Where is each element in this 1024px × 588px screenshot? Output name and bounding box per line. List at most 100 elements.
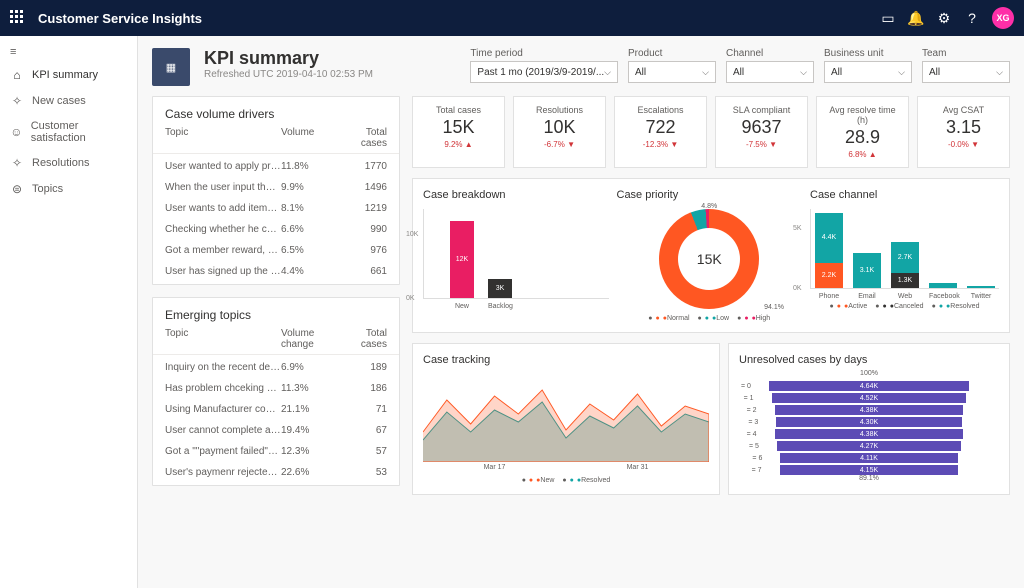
table-row[interactable]: User's paymenr rejected d...22.6%53 [153, 462, 399, 483]
table-row[interactable]: Got a member reward, an...6.5%976 [153, 240, 399, 261]
filter-time_period[interactable]: Past 1 mo (2019/3/9-2019/...⌵ [470, 61, 618, 83]
funnel-bar: = 74.15K [780, 465, 959, 475]
emerging-topics-card: Emerging topics Topic Volume change Tota… [152, 297, 400, 486]
table-row[interactable]: User wants to add items t...8.1%1219 [153, 198, 399, 219]
sidebar-item-3[interactable]: ✧ Resolutions [0, 150, 137, 176]
col-volchange[interactable]: Volume change [281, 328, 337, 350]
chart-title: Case channel [810, 189, 999, 201]
chevron-down-icon: ⌵ [604, 67, 611, 78]
case-breakdown-chart: Case breakdown 0K 10K 12KNew3KBacklog [423, 189, 609, 322]
kpi-value: 15K [423, 117, 494, 138]
kpi-card: Total cases15K9.2% [412, 96, 505, 168]
case-tracking-card: Case tracking Mar 17Mar 31 ●New●Resolved [412, 343, 720, 495]
sidebar-item-label: KPI summary [32, 69, 98, 81]
filter-business_unit[interactable]: All⌵ [824, 61, 912, 83]
notifications-icon[interactable]: 🔔 [902, 4, 930, 32]
settings-icon[interactable]: ⚙ [930, 4, 958, 32]
kpi-label: Avg resolve time (h) [827, 105, 898, 125]
help-icon[interactable]: ? [958, 4, 986, 32]
kpi-delta: -7.5% [726, 140, 797, 149]
menu-toggle-icon[interactable]: ≡ [0, 42, 137, 62]
kpi-label: Resolutions [524, 105, 595, 115]
nav-icon: ☺ [10, 125, 23, 139]
case-channel-chart: Case channel 0K 5K 4.4K2.2KPhone3.1KEmai… [810, 189, 999, 322]
sidebar-item-0[interactable]: ⌂KPI summary [0, 62, 137, 88]
nav-icon: ⊜ [10, 182, 24, 196]
col-topic[interactable]: Topic [165, 328, 281, 350]
nav-icon: ✧ [10, 156, 24, 170]
nav-icon: ✧ [10, 94, 24, 108]
case-priority-chart: Case priority 4.8% 15K 94.1% ●Normal●Low… [617, 189, 803, 322]
funnel-bar: = 14.52K [772, 393, 967, 403]
sidebar-item-2[interactable]: ☺ Customer satisfaction [0, 114, 137, 150]
main-content: ▦ KPI summary Refreshed UTC 2019-04-10 0… [138, 36, 1024, 588]
filter-product[interactable]: All⌵ [628, 61, 716, 83]
workspace-icon[interactable]: ▭ [874, 4, 902, 32]
sidebar-item-label: New cases [32, 95, 86, 107]
filter-label: Team [922, 48, 1010, 59]
card-title: Case volume drivers [153, 97, 399, 127]
chart-title: Unresolved cases by days [739, 354, 999, 366]
kpi-label: SLA compliant [726, 105, 797, 115]
kpi-value: 722 [625, 117, 696, 138]
table-row[interactable]: Checking whether he can r...6.6%990 [153, 219, 399, 240]
app-title: Customer Service Insights [38, 11, 202, 26]
page-icon: ▦ [152, 48, 190, 86]
kpi-value: 28.9 [827, 127, 898, 148]
table-row[interactable]: Inquiry on the recent deal...6.9%189 [153, 357, 399, 378]
table-row[interactable]: User has signed up the ne...4.4%661 [153, 261, 399, 282]
sidebar-item-4[interactable]: ⊜ Topics [0, 176, 137, 202]
sidebar-item-label: Resolutions [32, 157, 89, 169]
kpi-label: Avg CSAT [928, 105, 999, 115]
chart-title: Case breakdown [423, 189, 609, 201]
table-row[interactable]: When the user input the c...9.9%1496 [153, 177, 399, 198]
table-row[interactable]: User cannot complete a p...19.4%67 [153, 420, 399, 441]
kpi-card: Escalations 722 -12.3% [614, 96, 707, 168]
table-row[interactable]: Has problem chceking exp...11.3%186 [153, 378, 399, 399]
kpi-delta: -12.3% [625, 140, 696, 149]
table-row[interactable]: Using Manufacturer coup...21.1%71 [153, 399, 399, 420]
filter-channel[interactable]: All⌵ [726, 61, 814, 83]
col-topic[interactable]: Topic [165, 127, 281, 149]
funnel-bar: = 64.11K [780, 453, 957, 463]
funnel-bar: = 44.38K [775, 429, 964, 439]
filter-label: Business unit [824, 48, 912, 59]
chevron-down-icon: ⌵ [702, 67, 709, 78]
kpi-value: 10K [524, 117, 595, 138]
col-volume[interactable]: Volume [281, 127, 337, 149]
kpi-delta: -6.7% [524, 140, 595, 149]
page-title: KPI summary [204, 48, 373, 69]
col-total[interactable]: Total cases [337, 127, 387, 149]
funnel-bar: = 34.30K [776, 417, 961, 427]
kpi-delta: 9.2% [423, 140, 494, 149]
col-total[interactable]: Total cases [337, 328, 387, 350]
chevron-down-icon: ⌵ [898, 67, 905, 78]
avatar[interactable]: XG [992, 7, 1014, 29]
filter-label: Product [628, 48, 716, 59]
sidebar-item-label: Topics [32, 183, 63, 195]
funnel-bar: = 54.27K [777, 441, 961, 451]
chevron-down-icon: ⌵ [800, 67, 807, 78]
kpi-value: 3.15 [928, 117, 999, 138]
kpi-card: SLA compliant9637-7.5% [715, 96, 808, 168]
case-volume-drivers-card: Case volume drivers Topic Volume Total c… [152, 96, 400, 285]
table-row[interactable]: User wanted to apply pro...11.8%1770 [153, 156, 399, 177]
card-title: Emerging topics [153, 298, 399, 328]
top-bar: Customer Service Insights ▭ 🔔 ⚙ ? XG [0, 0, 1024, 36]
kpi-card: Avg resolve time (h)28.9 6.8% [816, 96, 909, 168]
kpi-label: Escalations [625, 105, 696, 115]
donut: 15K [659, 209, 759, 309]
filter-label: Time period [470, 48, 618, 59]
table-row[interactable]: Got a ""payment failed"" ...12.3%57 [153, 441, 399, 462]
sidebar: ≡ ⌂KPI summary ✧ New cases ☺ Customer satisf… [0, 36, 138, 588]
sidebar-item-label: Customer satisfaction [31, 120, 127, 144]
chart-title: Case priority [617, 189, 803, 201]
filter-team[interactable]: All⌵ [922, 61, 1010, 83]
kpi-delta: -0.0% [928, 140, 999, 149]
filter-label: Channel [726, 48, 814, 59]
kpi-card: Avg CSAT 3.15 -0.0% [917, 96, 1010, 168]
sidebar-item-1[interactable]: ✧ New cases [0, 88, 137, 114]
funnel-bar: = 04.64K [769, 381, 969, 391]
app-launcher-icon[interactable] [10, 10, 26, 26]
kpi-delta: 6.8% [827, 150, 898, 159]
